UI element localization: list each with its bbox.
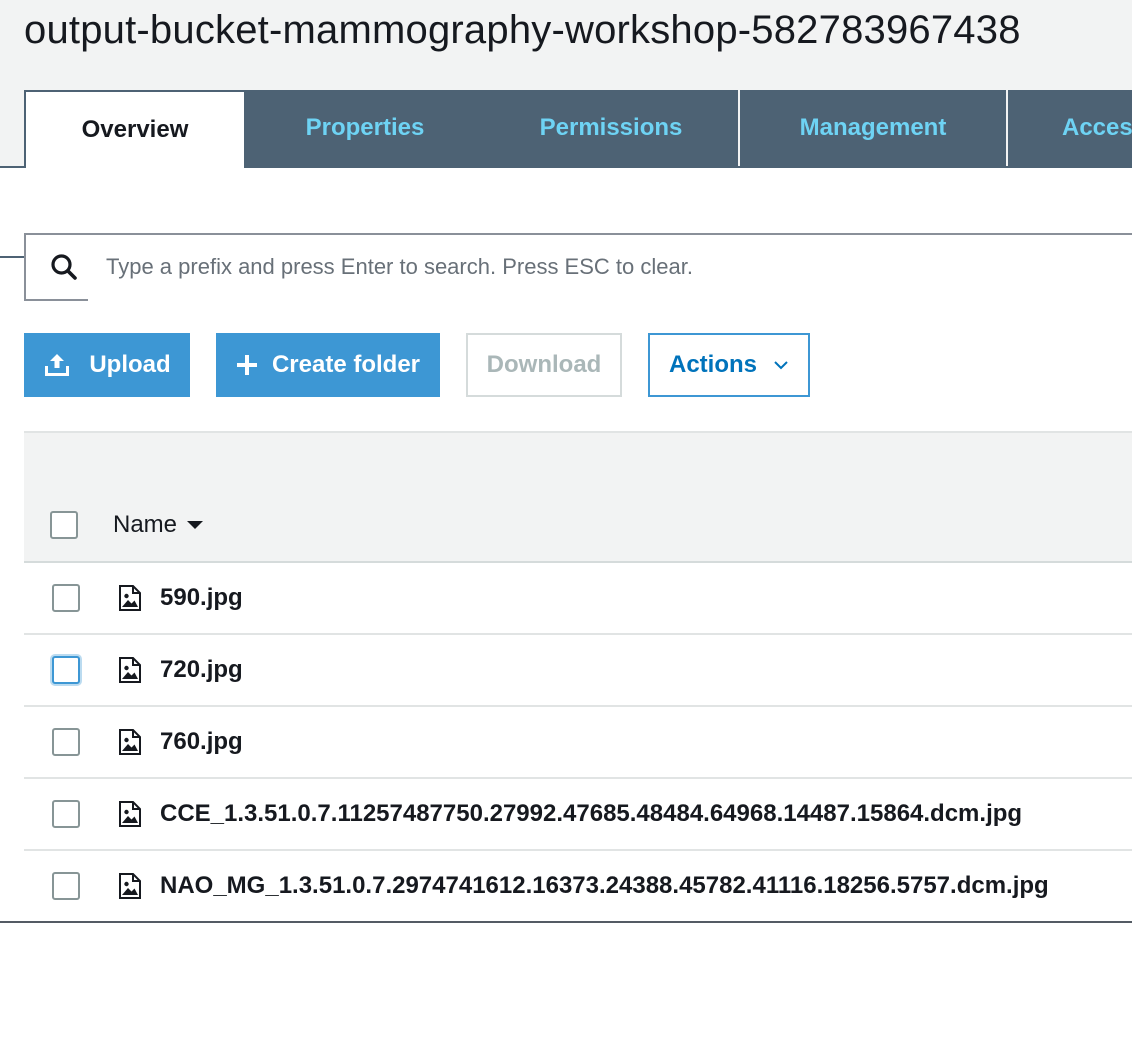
name-column-label: Name	[113, 511, 178, 538]
upload-button[interactable]: Upload	[24, 333, 190, 397]
search-border-gap	[88, 299, 1132, 303]
upload-icon	[43, 352, 71, 378]
row-checkbox[interactable]	[52, 800, 80, 828]
tab-separator	[1006, 90, 1008, 166]
image-file-icon	[118, 585, 142, 611]
table-row[interactable]: 760.jpg	[24, 707, 1132, 779]
plus-icon	[236, 354, 258, 376]
table-header: Name	[24, 489, 1132, 563]
bucket-title: output-bucket-mammography-workshop-58278…	[24, 8, 1021, 52]
tab-properties[interactable]: Properties	[246, 90, 484, 166]
header-band: output-bucket-mammography-workshop-58278…	[0, 0, 1132, 258]
tab-access-points[interactable]: Acces	[1008, 90, 1132, 166]
image-file-icon	[118, 873, 142, 899]
tab-baseline-stub	[0, 256, 26, 258]
tab-permissions[interactable]: Permissions	[484, 90, 738, 166]
s3-bucket-page: output-bucket-mammography-workshop-58278…	[0, 0, 1132, 1060]
download-button[interactable]: Download	[466, 333, 622, 397]
search-box	[24, 233, 1132, 303]
table-row[interactable]: NAO_MG_1.3.51.0.7.2974741612.16373.24388…	[0, 851, 1132, 923]
create-folder-label: Create folder	[271, 351, 421, 378]
search-input[interactable]	[102, 254, 1086, 280]
file-name-link[interactable]: NAO_MG_1.3.51.0.7.2974741612.16373.24388…	[160, 872, 1049, 900]
upload-label: Upload	[89, 351, 171, 378]
row-checkbox[interactable]	[52, 728, 80, 756]
tab-overview[interactable]: Overview	[24, 90, 246, 168]
image-file-icon	[118, 801, 142, 827]
tab-separator	[738, 90, 740, 166]
table-row[interactable]: CCE_1.3.51.0.7.11257487750.27992.47685.4…	[24, 779, 1132, 851]
create-folder-button[interactable]: Create folder	[216, 333, 440, 397]
sort-down-icon	[185, 519, 205, 531]
file-name-link[interactable]: 720.jpg	[160, 656, 243, 684]
table-row[interactable]: 720.jpg	[24, 635, 1132, 707]
actions-button[interactable]: Actions	[648, 333, 810, 397]
image-file-icon	[118, 729, 142, 755]
tab-management[interactable]: Management	[740, 90, 1006, 166]
select-all-checkbox[interactable]	[50, 511, 78, 539]
actions-label: Actions	[668, 351, 757, 378]
search-icon	[26, 253, 102, 281]
row-checkbox[interactable]	[52, 584, 80, 612]
table-row[interactable]: 590.jpg	[24, 563, 1132, 635]
image-file-icon	[118, 657, 142, 683]
file-name-link[interactable]: 590.jpg	[160, 584, 243, 612]
chevron-down-icon	[773, 360, 789, 370]
tab-bar: Overview Properties Permissions Manageme…	[0, 90, 1132, 258]
name-column-header[interactable]: Name	[113, 511, 205, 539]
row-checkbox[interactable]	[52, 872, 80, 900]
file-name-link[interactable]: CCE_1.3.51.0.7.11257487750.27992.47685.4…	[160, 800, 1022, 828]
file-name-link[interactable]: 760.jpg	[160, 728, 243, 756]
table-filter-band	[24, 431, 1132, 489]
row-checkbox[interactable]	[52, 656, 80, 684]
